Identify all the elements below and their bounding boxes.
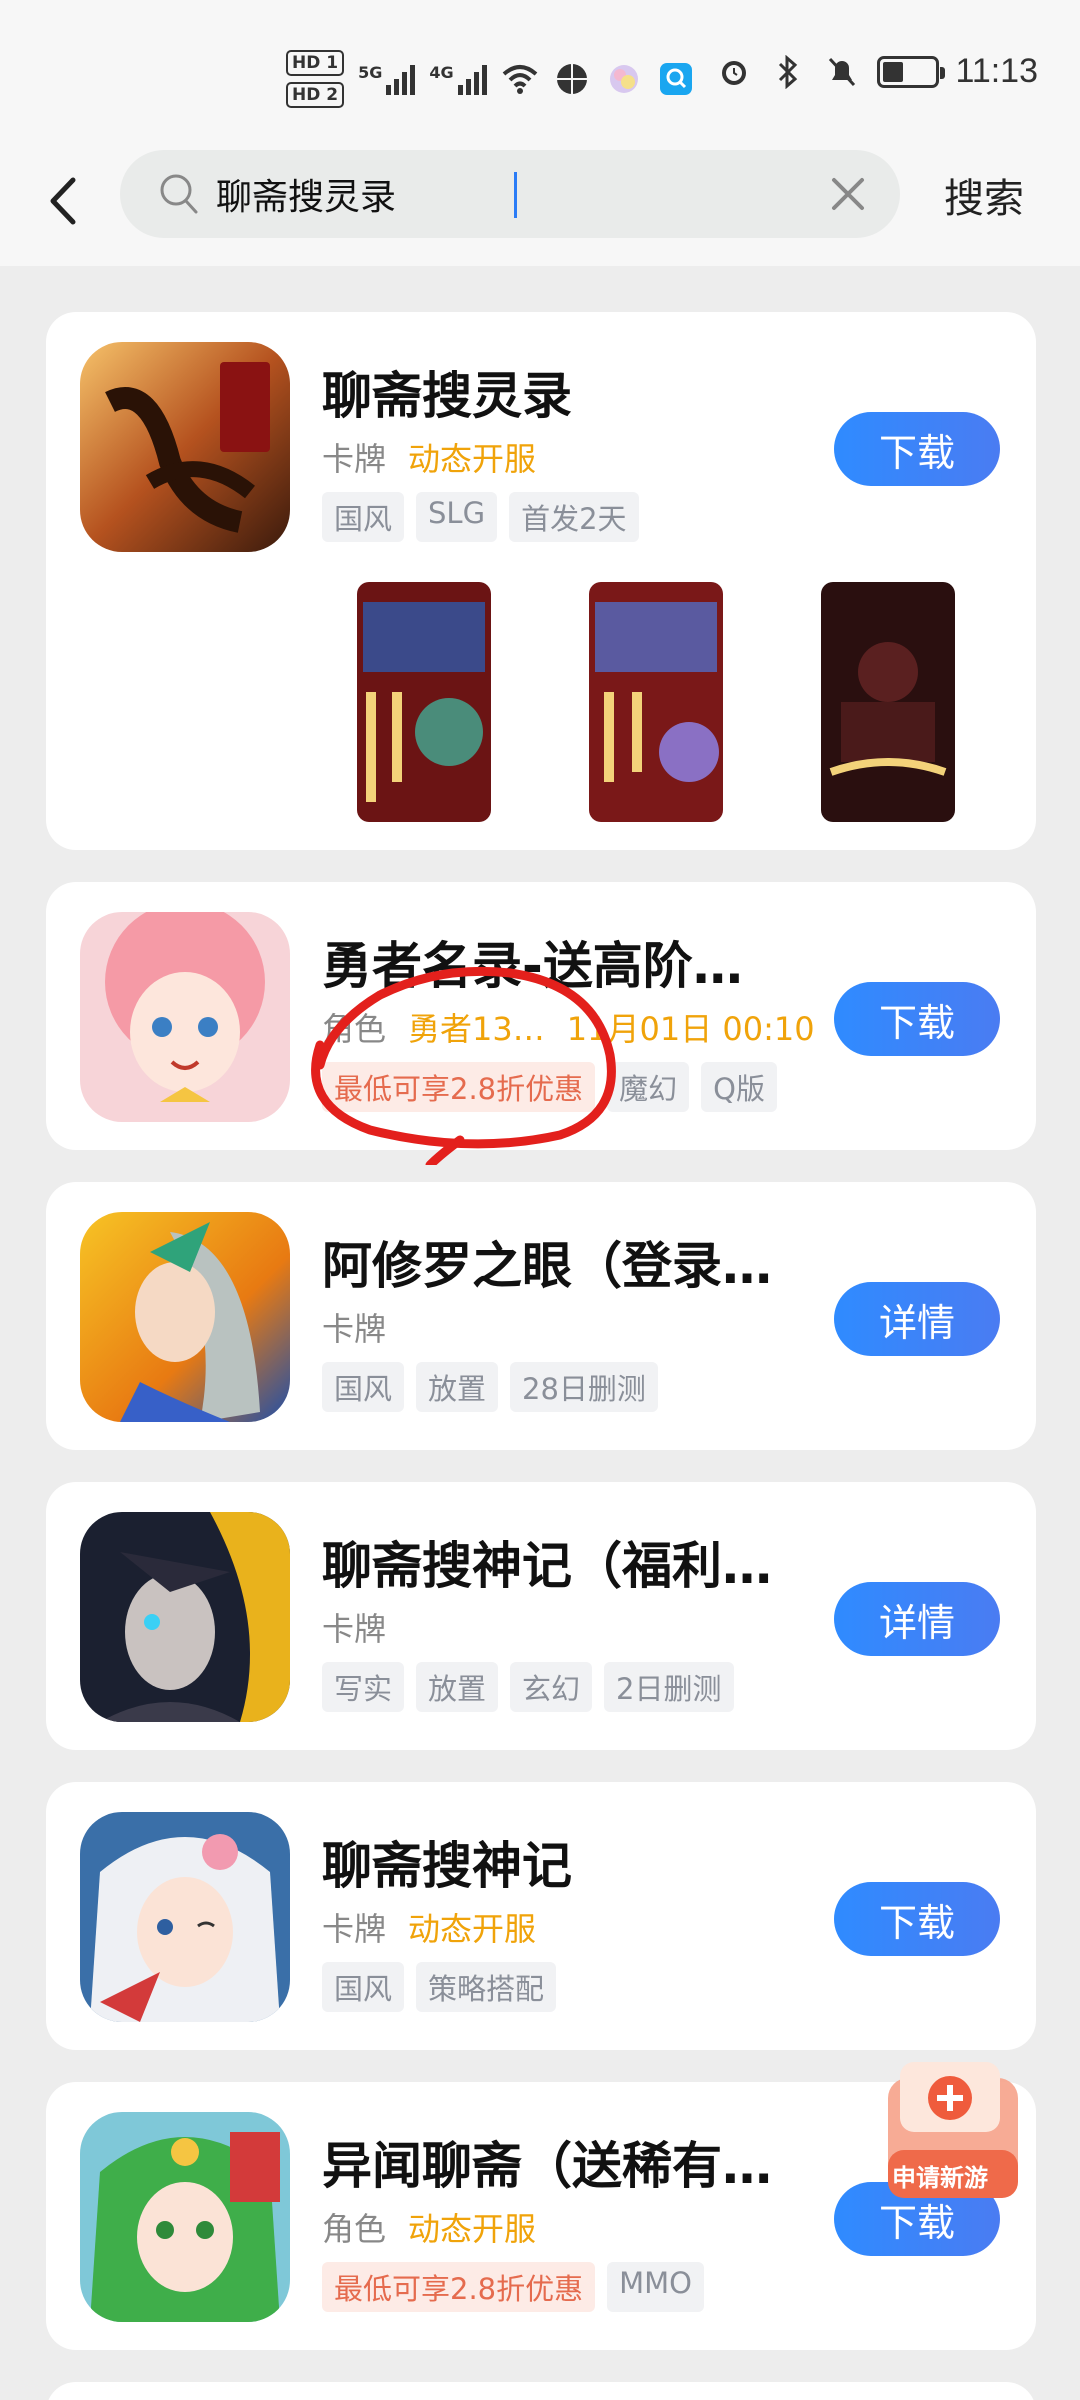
result-card[interactable]: 阿修罗之眼（登录… 卡牌 国风 放置 28日删测 详情 <box>46 1182 1036 1450</box>
tag: Q版 <box>701 1062 777 1112</box>
tag: 国风 <box>322 492 405 542</box>
app-category: 角色 <box>322 2210 387 2248</box>
search-input[interactable] <box>216 164 796 224</box>
tag: 首发2天 <box>509 492 639 542</box>
battery-icon <box>877 55 946 88</box>
hd2-badge: HD 2 <box>286 82 345 108</box>
hd1-badge: HD 1 <box>286 50 345 76</box>
tag-list: 国风 策略搭配 <box>322 1962 557 2012</box>
status-right-icons: 11:13 <box>715 52 1038 91</box>
tag: 写实 <box>322 1662 405 1712</box>
signal-5g: 5G <box>358 63 416 95</box>
app-ball-icon <box>605 60 643 98</box>
app-icon <box>80 342 290 552</box>
basketball-icon <box>553 60 591 98</box>
status-time: 11:13 <box>955 52 1038 90</box>
app-category: 卡牌 <box>322 1910 387 1948</box>
tag-list: 国风 放置 28日删测 <box>322 1362 658 1412</box>
details-button[interactable]: 详情 <box>834 1582 1000 1656</box>
app-promo: 动态开服 <box>408 2210 537 2248</box>
app-promo: 动态开服 <box>408 440 537 478</box>
mute-bell-icon <box>823 53 861 91</box>
app-category: 卡牌 <box>322 1610 387 1648</box>
result-card[interactable]: 聊斋搜神记（福利… 卡牌 写实 放置 玄幻 2日删测 详情 <box>46 1482 1036 1750</box>
bluetooth-icon <box>769 53 807 91</box>
discount-tag: 最低可享2.8折优惠 <box>322 2262 596 2312</box>
search-header: 搜索 <box>0 150 1080 266</box>
signal-bars-icon <box>457 63 487 95</box>
app-icon <box>80 1812 290 2022</box>
download-button[interactable]: 下载 <box>834 412 1000 486</box>
download-button[interactable]: 下载 <box>834 1882 1000 1956</box>
status-bar: HD 1 HD 2 5G 4G 11:13 <box>0 0 1080 150</box>
app-title: 聊斋搜神记（福利… <box>322 1537 772 1595</box>
app-icon <box>80 2112 290 2322</box>
app-meta: 卡牌 <box>322 1604 386 1650</box>
tag-list: 最低可享2.8折优惠 MMO <box>322 2262 704 2312</box>
back-arrow-icon <box>50 177 76 225</box>
clear-icon[interactable] <box>826 172 870 216</box>
screenshot[interactable] <box>589 582 723 822</box>
tag-list: 写实 放置 玄幻 2日删测 <box>322 1662 734 1712</box>
tag: 2日删测 <box>604 1662 734 1712</box>
signal-4g: 4G <box>429 63 487 95</box>
tag-list: 国风 SLG 首发2天 <box>322 492 639 542</box>
net1-label: 5G <box>358 63 383 82</box>
app-category: 卡牌 <box>322 440 387 478</box>
text-caret <box>514 172 517 218</box>
screenshot[interactable] <box>821 582 955 822</box>
app-title: 聊斋搜灵录 <box>322 367 572 425</box>
back-button[interactable] <box>34 166 90 236</box>
search-app-icon <box>657 60 695 98</box>
app-meta: 卡牌 <box>322 1304 386 1350</box>
tag: 国风 <box>322 1962 405 2012</box>
wifi-icon <box>501 60 539 98</box>
net2-label: 4G <box>429 63 454 82</box>
hd-indicators: HD 1 HD 2 <box>286 50 345 108</box>
app-meta: 卡牌 动态开服 <box>322 434 536 480</box>
tag: 28日删测 <box>510 1362 658 1412</box>
app-icon <box>80 1512 290 1722</box>
tag: MMO <box>607 2262 704 2312</box>
app-meta: 角色 动态开服 <box>322 2204 536 2250</box>
app-meta: 卡牌 动态开服 <box>322 1904 536 1950</box>
screenshot[interactable] <box>357 582 491 822</box>
tag: 国风 <box>322 1362 405 1412</box>
search-bar[interactable] <box>120 150 900 238</box>
result-card[interactable]: 聊斋搜神记 卡牌 动态开服 国风 策略搭配 下载 <box>46 1782 1036 2050</box>
result-card-partial[interactable] <box>46 2382 1036 2400</box>
app-icon <box>80 912 290 1122</box>
signal-bars-icon <box>386 63 416 95</box>
tag: 玄幻 <box>510 1662 593 1712</box>
alarm-icon <box>715 53 753 91</box>
details-button[interactable]: 详情 <box>834 1282 1000 1356</box>
search-button[interactable]: 搜索 <box>944 166 1024 224</box>
result-card[interactable]: 聊斋搜灵录 卡牌 动态开服 国风 SLG 首发2天 下载 <box>46 312 1036 850</box>
app-title: 异闻聊斋（送稀有… <box>322 2137 772 2195</box>
app-title: 聊斋搜神记 <box>322 1837 572 1895</box>
apply-new-game-label: 申请新游 <box>892 2164 988 2192</box>
search-icon <box>160 174 198 214</box>
app-title: 阿修罗之眼（登录… <box>322 1237 772 1295</box>
app-category: 卡牌 <box>322 1310 387 1348</box>
tag: 放置 <box>416 1362 499 1412</box>
app-icon <box>80 1212 290 1422</box>
tag: 策略搭配 <box>416 1962 557 2012</box>
tag: 放置 <box>416 1662 499 1712</box>
status-left-icons: HD 1 HD 2 5G 4G <box>286 44 695 114</box>
screenshot-strip <box>357 582 955 822</box>
annotation-circle <box>311 966 616 1165</box>
download-button[interactable]: 下载 <box>834 982 1000 1056</box>
tag: SLG <box>416 492 498 542</box>
app-promo: 动态开服 <box>408 1910 537 1948</box>
